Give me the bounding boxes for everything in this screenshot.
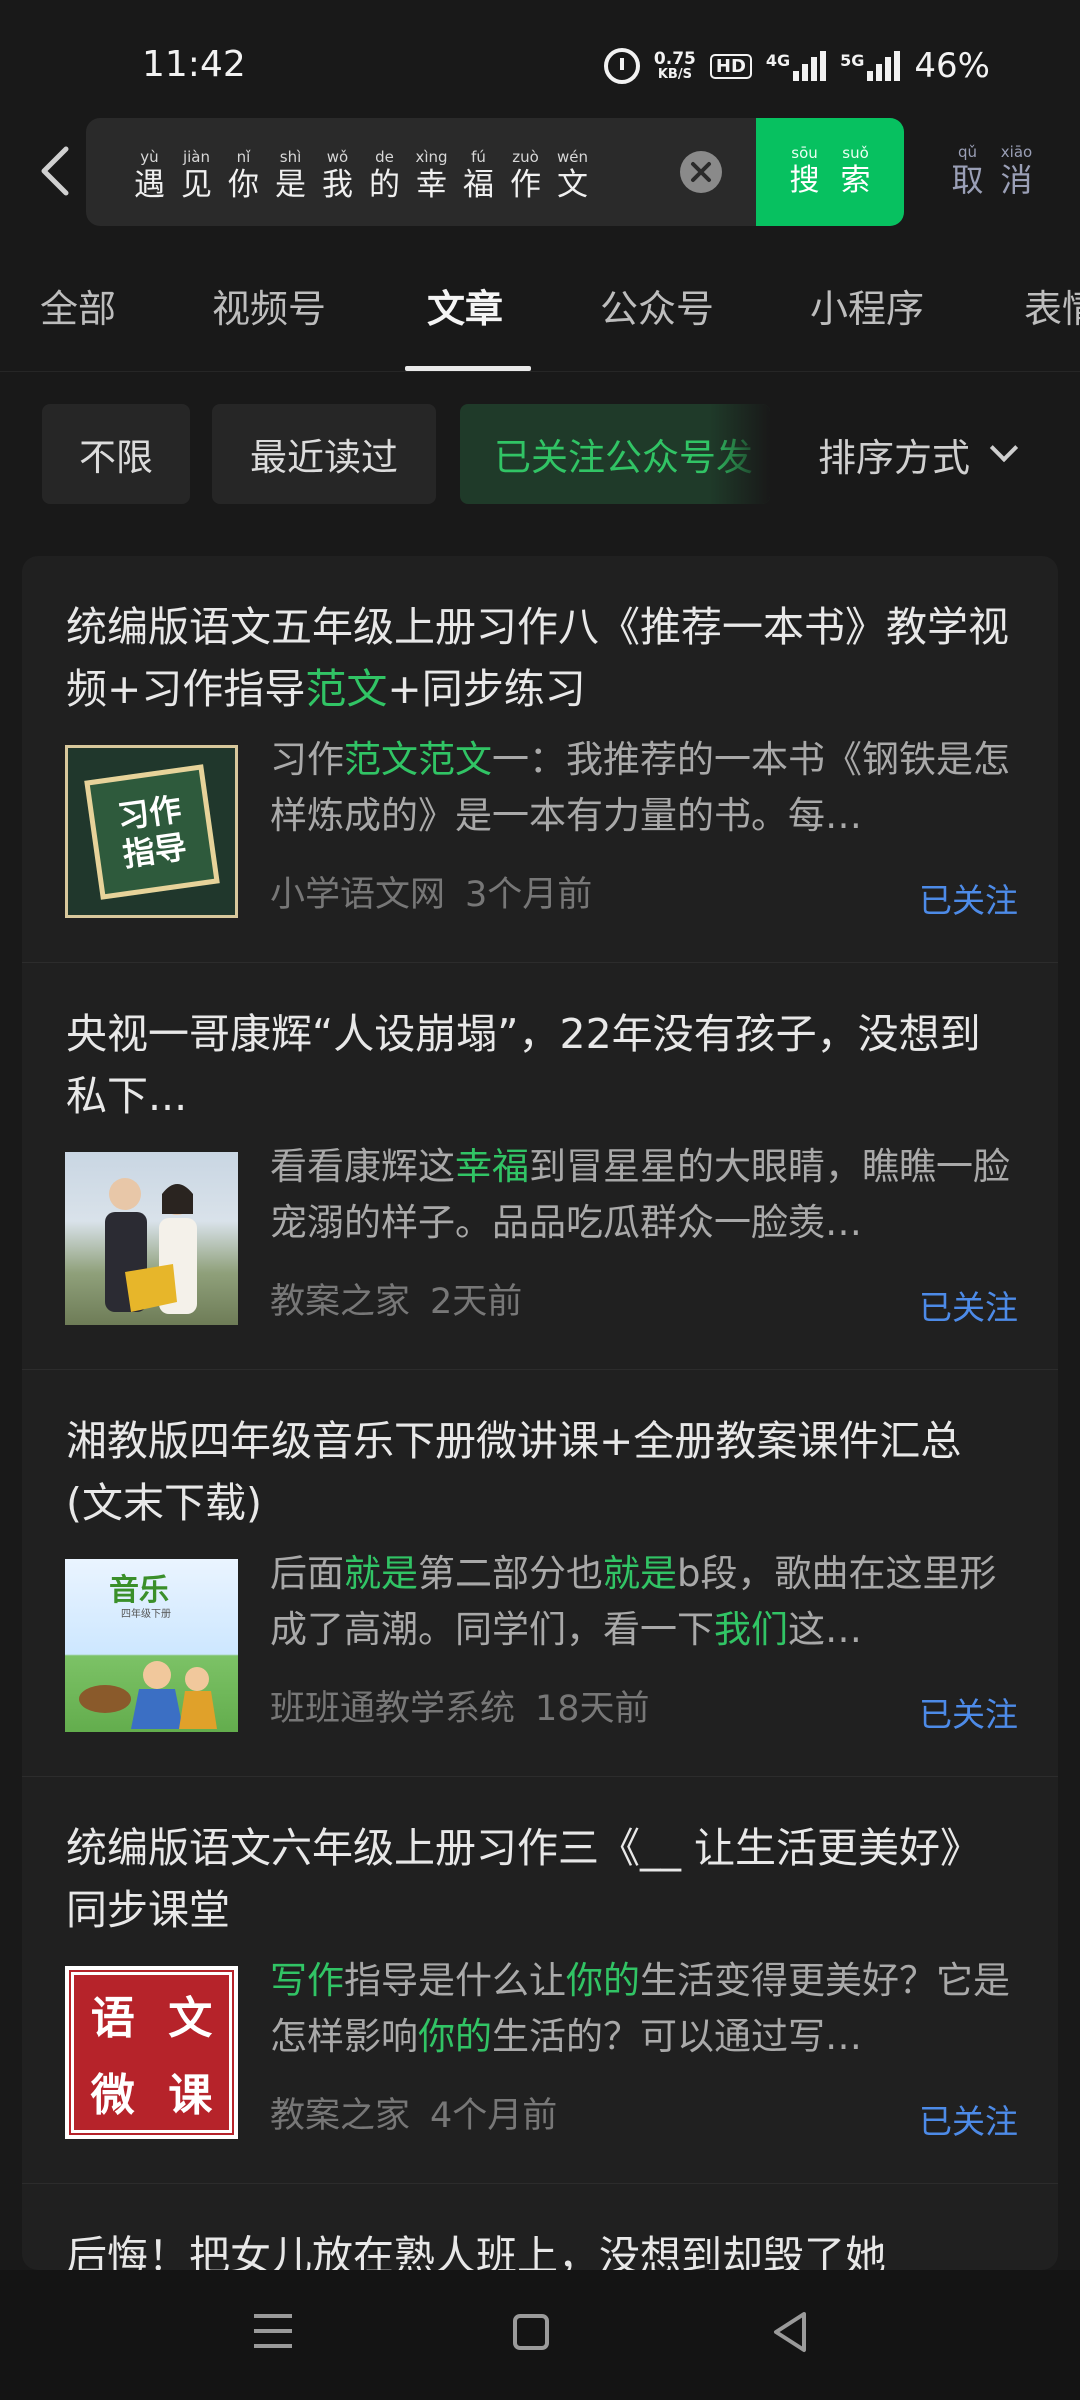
network-speed: 0.75 KB/S (653, 49, 696, 82)
followed-badge: 已关注 (919, 2102, 1018, 2141)
status-icons: 0.75 KB/S HD 4G 5G 46% (603, 46, 990, 86)
nav-back-icon[interactable] (770, 2310, 810, 2354)
article-thumbnail[interactable]: 语文 微课 (65, 1966, 238, 2139)
tab-channels[interactable]: 视频号 (212, 278, 326, 371)
article-title[interactable]: 央视一哥康辉“人设崩塌”，22年没有孩子，没想到私下... (66, 1003, 1016, 1127)
ruby-char: yù 遇 (134, 148, 165, 203)
article-thumbnail[interactable]: 习作 指导 (65, 745, 238, 918)
followed-badge: 已关注 (919, 1288, 1018, 1327)
back-icon[interactable] (36, 145, 76, 197)
article-snippet: 后面就是第二部分也就是b段，歌曲在这里形成了高潮。同学们，看一下我们这… (270, 1552, 997, 1651)
ruby-char: jiàn 见 (181, 148, 212, 203)
status-time: 11:42 (142, 44, 246, 85)
ruby-char: sōu 搜 (789, 144, 820, 198)
signal-5g-icon: 5G (840, 51, 901, 81)
filter-followed-accounts[interactable]: 已关注公众号发 (460, 404, 770, 504)
article-meta: 教案之家 4个月前 (270, 2087, 557, 2138)
article-title[interactable]: 统编版语文六年级上册习作三《__ 让生活更美好》同步课堂 (66, 1817, 1016, 1941)
article-meta: 班班通教学系统 18天前 (270, 1680, 650, 1731)
clear-icon[interactable] (680, 151, 722, 193)
article-snippet: 看看康辉这幸福到冒星星的大眼睛，瞧瞧一脸宠溺的样子。品品吃瓜群众一脸羡… (270, 1145, 1010, 1244)
filter-unlimited[interactable]: 不限 (42, 404, 190, 504)
ruby-char: qǔ 取 (951, 143, 984, 199)
article-card[interactable]: 湘教版四年级音乐下册微讲课+全册教案课件汇总(文末下载) 音乐 四年级下册 后面… (22, 1370, 1058, 1777)
results-list: 统编版语文五年级上册习作八《推荐一本书》教学视频+习作指导范文+同步练习 习作指… (22, 556, 1058, 2270)
article-title-partial[interactable]: 后悔！把女儿放在熟人班上，没想到却毁了她 (66, 2222, 886, 2270)
ruby-char: fú 福 (463, 148, 494, 203)
active-tab-indicator (405, 366, 531, 371)
search-button[interactable]: sōu 搜 suǒ 索 (756, 118, 904, 226)
article-source[interactable]: 班班通教学系统 (270, 1680, 515, 1731)
article-card[interactable]: 统编版语文六年级上册习作三《__ 让生活更美好》同步课堂 语文 微课 写作指导是… (22, 1777, 1058, 2184)
article-time: 18天前 (535, 1689, 650, 1729)
menu-icon[interactable] (254, 2314, 292, 2348)
article-meta: 小学语文网 3个月前 (270, 866, 592, 917)
filter-recently-read[interactable]: 最近读过 (212, 404, 436, 504)
article-title[interactable]: 湘教版四年级音乐下册微讲课+全册教案课件汇总(文末下载) (66, 1410, 1016, 1534)
status-bar: 11:42 0.75 KB/S HD 4G 5G 46% (0, 0, 1080, 120)
signal-4g-icon: 4G (766, 51, 827, 81)
home-icon[interactable] (513, 2314, 549, 2350)
tab-articles[interactable]: 文章 (427, 278, 503, 371)
search-input[interactable]: yù 遇 jiàn 见 nǐ 你 shì 是 wǒ 我 de 的 xìng 幸 fú 福 zuò 作 wén 文 sō… (86, 118, 904, 226)
article-snippet: 写作指导是什么让你的生活变得更美好？它是怎样影响你的生活的？可以通过写… (270, 1959, 1010, 2058)
ruby-char: wǒ 我 (322, 148, 353, 203)
followed-badge: 已关注 (919, 881, 1018, 920)
article-snippet: 习作范文范文一：我推荐的一本书《钢铁是怎样炼成的》是一本有力量的书。每… (270, 738, 1010, 837)
ruby-char: nǐ 你 (228, 148, 259, 203)
article-time: 4个月前 (430, 2096, 558, 2136)
battery-level: 46% (914, 46, 990, 86)
tab-stickers[interactable]: 表情 (1024, 278, 1080, 371)
alarm-icon (603, 48, 640, 84)
article-title[interactable]: 统编版语文五年级上册习作八《推荐一本书》教学视频+习作指导范文+同步练习 (66, 596, 1016, 720)
chevron-down-icon (989, 433, 1019, 463)
tab-bar: 全部 视频号 文章 公众号 小程序 表情 (0, 278, 1080, 372)
article-card[interactable]: 央视一哥康辉“人设崩塌”，22年没有孩子，没想到私下... 看看康辉这幸福到冒星… (22, 963, 1058, 1370)
ruby-char: suǒ 索 (840, 144, 871, 198)
ruby-char: shì 是 (275, 148, 306, 203)
cancel-button[interactable]: qǔ 取 xiāo 消 (944, 143, 1040, 199)
ruby-char: de 的 (369, 148, 400, 203)
article-thumbnail[interactable] (65, 1152, 238, 1325)
article-time: 3个月前 (465, 875, 593, 915)
search-query-text[interactable]: yù 遇 jiàn 见 nǐ 你 shì 是 wǒ 我 de 的 xìng 幸 fú 福 zuò 作 wén 文 (126, 148, 596, 204)
article-meta: 教案之家 2天前 (270, 1273, 522, 1324)
tab-official-accounts[interactable]: 公众号 (600, 278, 714, 371)
ruby-char: zuò 作 (510, 148, 541, 203)
ruby-char: xiāo 消 (1000, 143, 1033, 199)
article-time: 2天前 (430, 1282, 523, 1322)
article-source[interactable]: 小学语文网 (270, 866, 445, 917)
ruby-char: xìng 幸 (415, 148, 448, 203)
sort-dropdown[interactable]: 排序方式 (770, 404, 1019, 504)
tab-mini-programs[interactable]: 小程序 (810, 278, 924, 371)
tab-all[interactable]: 全部 (40, 278, 116, 371)
system-nav-bar (0, 2270, 1080, 2400)
followed-badge: 已关注 (919, 1695, 1018, 1734)
article-source[interactable]: 教案之家 (270, 2087, 410, 2138)
hd-voice-icon: HD (709, 53, 752, 79)
ruby-char: wén 文 (556, 148, 588, 203)
article-card[interactable]: 统编版语文五年级上册习作八《推荐一本书》教学视频+习作指导范文+同步练习 习作指… (22, 556, 1058, 963)
article-source[interactable]: 教案之家 (270, 1273, 410, 1324)
article-thumbnail[interactable]: 音乐 四年级下册 (65, 1559, 238, 1732)
sort-label: 排序方式 (818, 435, 971, 480)
